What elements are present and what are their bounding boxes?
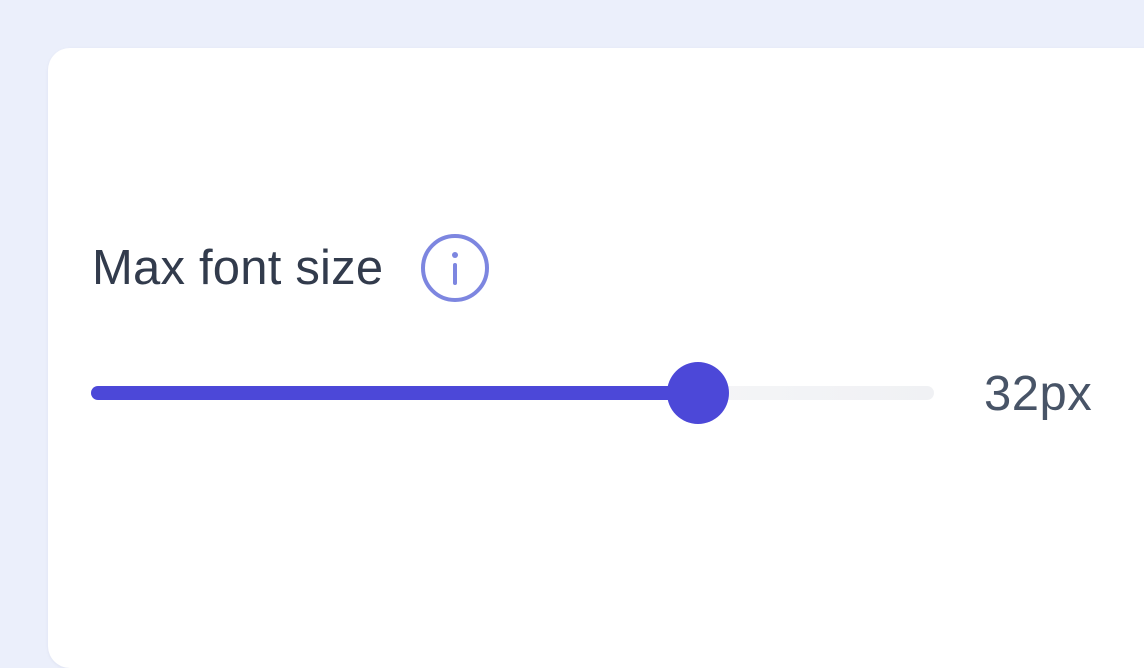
setting-header: Max font size bbox=[92, 232, 491, 304]
settings-card bbox=[48, 48, 1144, 668]
info-icon[interactable] bbox=[419, 232, 491, 304]
slider-fill bbox=[91, 386, 698, 400]
info-circle-icon bbox=[421, 234, 490, 302]
font-size-slider[interactable] bbox=[88, 360, 940, 426]
setting-label: Max font size bbox=[92, 240, 384, 295]
slider-value: 32px bbox=[984, 367, 1093, 421]
slider-thumb[interactable] bbox=[666, 362, 729, 424]
